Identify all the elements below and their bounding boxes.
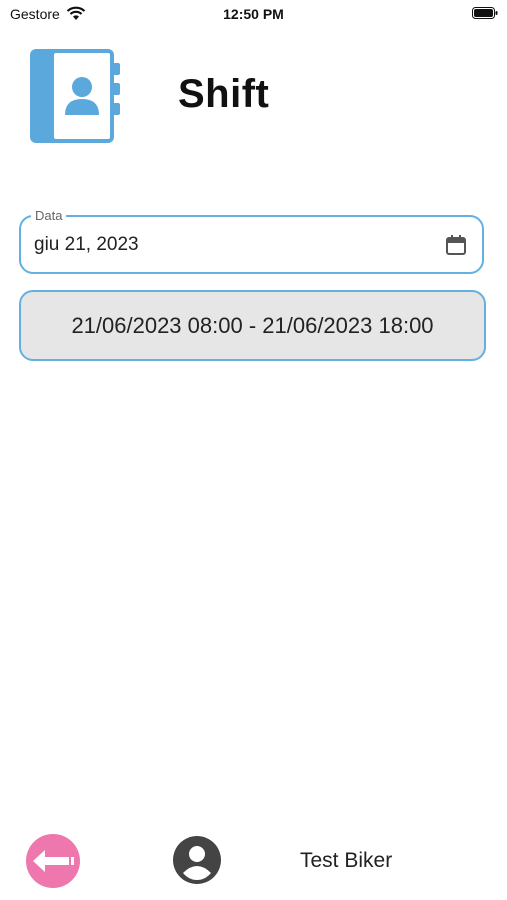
shift-list-item[interactable]: 21/06/2023 08:00 - 21/06/2023 18:00 (19, 290, 486, 361)
page-title: Shift (178, 72, 270, 116)
battery-icon (472, 7, 498, 19)
contact-book-icon (30, 49, 120, 143)
account-circle-icon (173, 836, 221, 884)
back-arrow-icon[interactable] (25, 833, 81, 889)
date-field[interactable]: Data giu 21, 2023 (19, 208, 484, 274)
date-field-label: Data (31, 208, 67, 223)
date-field-value: giu 21, 2023 (34, 234, 139, 255)
status-bar: Gestore 12:50 PM (0, 0, 507, 28)
clock: 12:50 PM (223, 6, 284, 22)
user-name: Test Biker (300, 849, 393, 872)
calendar-icon[interactable] (444, 233, 468, 257)
shift-time-range: 21/06/2023 08:00 - 21/06/2023 18:00 (71, 312, 434, 338)
